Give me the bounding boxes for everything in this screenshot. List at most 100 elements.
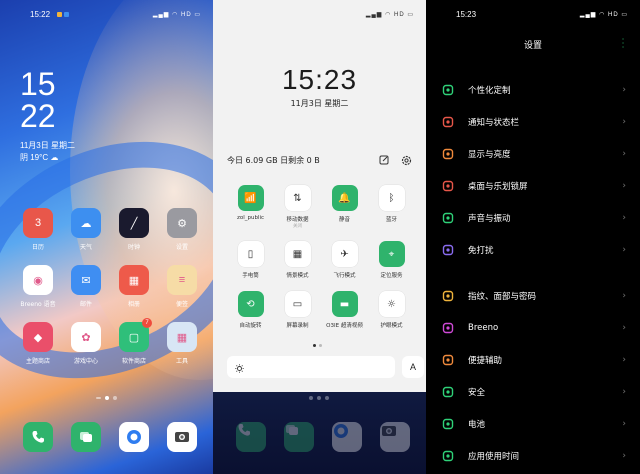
breeno-icon [442, 322, 454, 334]
gear-icon[interactable] [400, 154, 412, 166]
chevron-right-icon: › [622, 85, 626, 95]
icon-glyph: ▬ [339, 298, 350, 310]
toggle-label: 移动数据 [286, 217, 309, 223]
signal-icon: ▂▄▆ [579, 11, 597, 18]
settings-item-display[interactable]: 显示与亮度 › [426, 138, 640, 170]
dimmed-dock [227, 422, 417, 452]
settings-item-sound[interactable]: 声音与振动 › [426, 202, 640, 234]
chevron-right-icon: › [622, 355, 626, 365]
settings-item-palette[interactable]: 个性化定制 › [426, 74, 640, 106]
icon-glyph: 🔔 [338, 192, 351, 204]
more-options-icon[interactable]: · · · [620, 36, 626, 52]
fingerprint-icon [442, 290, 454, 302]
toggle-sublabel: 关闭 [293, 224, 302, 229]
toggle-wifi[interactable]: 📶 zol_public [227, 185, 274, 229]
notes-icon: ≡ [167, 265, 197, 295]
icon-glyph: ≡ [178, 274, 186, 286]
camera-icon[interactable] [167, 422, 197, 452]
toggle-label: 静音 [338, 217, 350, 223]
toggle-video-enhance[interactable]: ▬ O3IE 超清视频 [321, 291, 368, 329]
toggle-flashlight[interactable]: ▯ 手电筒 [227, 241, 274, 279]
app-weather[interactable]: ☁ 天气 [62, 208, 110, 251]
home-date-widget[interactable]: 11月3日 星期二 阴 19°C ☁ [20, 140, 75, 164]
toggle-eye-comfort[interactable]: ☼ 护眼模式 [368, 291, 415, 329]
settings-status-icons: ▂▄▆ ◠ HD ▭ [580, 11, 628, 18]
settings-item-fingerprint[interactable]: 指纹、面部与密码 › [426, 280, 640, 312]
app-game-center[interactable]: ✿ 游戏中心 [62, 322, 110, 365]
cc-status-icons: ▂▄▆ ◠ HD ▭ [366, 11, 414, 18]
settings-item-app-usage[interactable]: 应用使用时间 › [426, 440, 640, 472]
app-photos[interactable]: ▦ 相册 [110, 265, 158, 308]
settings-item-label: 安全 [468, 388, 486, 398]
toggle-auto-rotate[interactable]: ⟲ 自动旋转 [227, 291, 274, 329]
app-settings[interactable]: ⚙ 设置 [158, 208, 206, 251]
toggle-mute[interactable]: 🔔 静音 [321, 185, 368, 229]
brightness-slider[interactable] [227, 356, 395, 378]
wifi-status-icon: ◠ [385, 11, 392, 18]
notification-badge: 7 [142, 318, 152, 328]
settings-item-battery[interactable]: 电池 › [426, 408, 640, 440]
toggle-location[interactable]: ⌖ 定位服务 [368, 241, 415, 279]
toggle-bluetooth[interactable]: ᛒ 蓝牙 [368, 185, 415, 229]
app-label: 邮件 [79, 301, 92, 308]
app-tools-folder[interactable]: ▦ 工具 [158, 322, 206, 365]
messages-icon[interactable] [71, 422, 101, 452]
phone-icon[interactable] [23, 422, 53, 452]
app-label: 软件商店 [121, 358, 146, 365]
settings-title: 设置 [523, 41, 542, 51]
settings-item-notification[interactable]: 通知与状态栏 › [426, 106, 640, 138]
palette-icon [442, 84, 454, 96]
control-center-panel: ▂▄▆ ◠ HD ▭ 15:23 11月3日 星期二 今日 6.09 GB 日剩… [213, 0, 426, 392]
eye-comfort-icon: ☼ [378, 291, 405, 317]
edit-icon[interactable] [378, 154, 390, 166]
app-breeno[interactable]: ◉ Breeno 语音 [14, 265, 62, 308]
browser-icon[interactable] [119, 422, 149, 452]
photos-icon: ▦ [119, 265, 149, 295]
settings-item-label: 个性化定制 [468, 86, 511, 96]
phone-icon [236, 422, 266, 452]
settings-item-moon[interactable]: 免打扰 › [426, 234, 640, 266]
settings-item-security[interactable]: 安全 › [426, 376, 640, 408]
toggle-scene-mode[interactable]: ▦ 情景模式 [274, 241, 321, 279]
home-clock[interactable]: 15 22 [20, 68, 56, 132]
app-label: 游戏中心 [73, 358, 98, 365]
tools-folder-icon: ▦ [167, 322, 197, 352]
toggle-label: 情景模式 [286, 273, 309, 279]
page-dot [309, 396, 313, 400]
app-clock[interactable]: ╱ 时钟 [110, 208, 158, 251]
settings-item-label: 便捷辅助 [468, 356, 503, 366]
page-dot-active [105, 396, 109, 400]
wifi-icon: 📶 [237, 185, 264, 211]
toggle-label: 定位服务 [380, 273, 403, 279]
settings-icon: ⚙ [167, 208, 197, 238]
icon-glyph: ⟲ [246, 298, 255, 310]
icon-glyph: ▭ [292, 298, 303, 310]
app-calendar[interactable]: 3 日历 [14, 208, 62, 251]
toggle-screen-record[interactable]: ▭ 屏幕录制 [274, 291, 321, 329]
battery-status-icon: ▭ [194, 11, 201, 18]
signal-icon: ▂▄▆ [365, 11, 383, 18]
page-dot [113, 396, 117, 400]
app-mail[interactable]: ✉ 邮件 [62, 265, 110, 308]
app-notes[interactable]: ≡ 便签 [158, 265, 206, 308]
toggle-mobile-data[interactable]: ⇅ 移动数据 关闭 [274, 185, 321, 229]
settings-item-label: 免打扰 [468, 246, 494, 256]
screen-record-icon: ▭ [284, 291, 311, 317]
settings-item-breeno[interactable]: Breeno › [426, 312, 640, 344]
settings-status-bar: 15:23 ▂▄▆ ◠ HD ▭ [426, 8, 640, 20]
app-app-store[interactable]: ▢ 7 软件商店 [110, 318, 158, 365]
app-theme-store[interactable]: ◆ 主题商店 [14, 322, 62, 365]
page-dot [317, 396, 321, 400]
settings-item-desktop[interactable]: 桌面与乐划锁屏 › [426, 170, 640, 202]
chevron-right-icon: › [622, 323, 626, 333]
settings-item-label: 声音与振动 [468, 214, 511, 224]
app-label: 天气 [79, 244, 92, 251]
toggle-airplane[interactable]: ✈ 飞行模式 [321, 241, 368, 279]
settings-item-assist[interactable]: 便捷辅助 › [426, 344, 640, 376]
icon-glyph: ᛒ [388, 192, 395, 204]
auto-brightness-button[interactable]: A [402, 356, 424, 378]
app-label: Breeno 语音 [20, 301, 56, 308]
status-time-group: 15:22 [30, 10, 70, 19]
app-grid: 3 日历 ☁ 天气 ╱ 时钟 ⚙ 设置 ◉ Breeno 语音 ✉ 邮件 ▦ 相册 ≡ 便签 ◆ 主题商店 ✿ 游戏中… [14, 208, 204, 365]
icon-glyph: ✉ [81, 274, 91, 287]
